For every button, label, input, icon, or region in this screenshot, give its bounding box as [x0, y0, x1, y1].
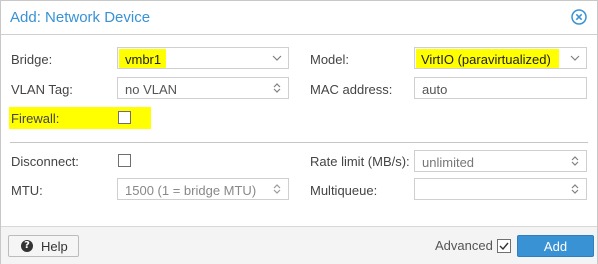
model-label: Model: — [310, 52, 350, 67]
mac-address-value: auto — [422, 82, 448, 97]
help-button-label: Help — [41, 239, 68, 254]
spinner-up-down-icon[interactable] — [271, 82, 283, 94]
help-button[interactable]: ? Help — [8, 235, 79, 257]
advanced-checkbox[interactable] — [497, 239, 511, 253]
mac-address-label: MAC address: — [310, 82, 393, 97]
add-button-label: Add — [543, 239, 568, 254]
spinner-up-down-icon[interactable] — [569, 155, 581, 167]
vlan-tag-spinner[interactable]: no VLAN — [117, 77, 289, 99]
checkmark-icon — [499, 242, 509, 251]
rate-limit-label: Rate limit (MB/s): — [310, 154, 410, 169]
vlan-tag-value: no VLAN — [125, 82, 178, 97]
multiqueue-label: Multiqueue: — [310, 183, 378, 198]
add-network-device-dialog: Add: Network Device Bridge: vmbr1 Model:… — [0, 0, 598, 264]
spinner-up-down-icon[interactable] — [271, 183, 283, 195]
advanced-label: Advanced — [435, 238, 493, 253]
mac-address-input[interactable]: auto — [414, 77, 587, 99]
add-button[interactable]: Add — [517, 235, 594, 257]
bridge-value: vmbr1 — [125, 52, 162, 67]
bridge-select[interactable]: vmbr1 — [117, 47, 289, 69]
chevron-down-icon[interactable] — [569, 52, 581, 64]
section-divider — [10, 142, 588, 143]
vlan-tag-label: VLAN Tag: — [11, 82, 73, 97]
multiqueue-spinner[interactable] — [414, 178, 587, 200]
rate-limit-value: unlimited — [422, 155, 475, 170]
firewall-checkbox[interactable] — [118, 111, 131, 124]
dialog-footer: ? Help Advanced Add — [1, 226, 597, 264]
model-value: VirtIO (paravirtualized) — [421, 52, 551, 67]
mtu-spinner[interactable]: 1500 (1 = bridge MTU) — [117, 178, 289, 200]
disconnect-checkbox[interactable] — [118, 154, 131, 167]
close-icon[interactable] — [571, 9, 587, 25]
firewall-label: Firewall: — [11, 111, 60, 126]
mtu-label: MTU: — [11, 183, 43, 198]
chevron-down-icon[interactable] — [271, 52, 283, 64]
model-select[interactable]: VirtIO (paravirtualized) — [414, 47, 587, 69]
mtu-value: 1500 (1 = bridge MTU) — [125, 183, 257, 198]
dialog-titlebar: Add: Network Device — [1, 1, 597, 35]
disconnect-label: Disconnect: — [11, 154, 79, 169]
bridge-label: Bridge: — [11, 52, 53, 67]
spinner-up-down-icon[interactable] — [569, 183, 581, 195]
dialog-title: Add: Network Device — [10, 9, 151, 26]
question-circle-icon: ? — [21, 240, 33, 252]
rate-limit-spinner[interactable]: unlimited — [414, 150, 587, 172]
